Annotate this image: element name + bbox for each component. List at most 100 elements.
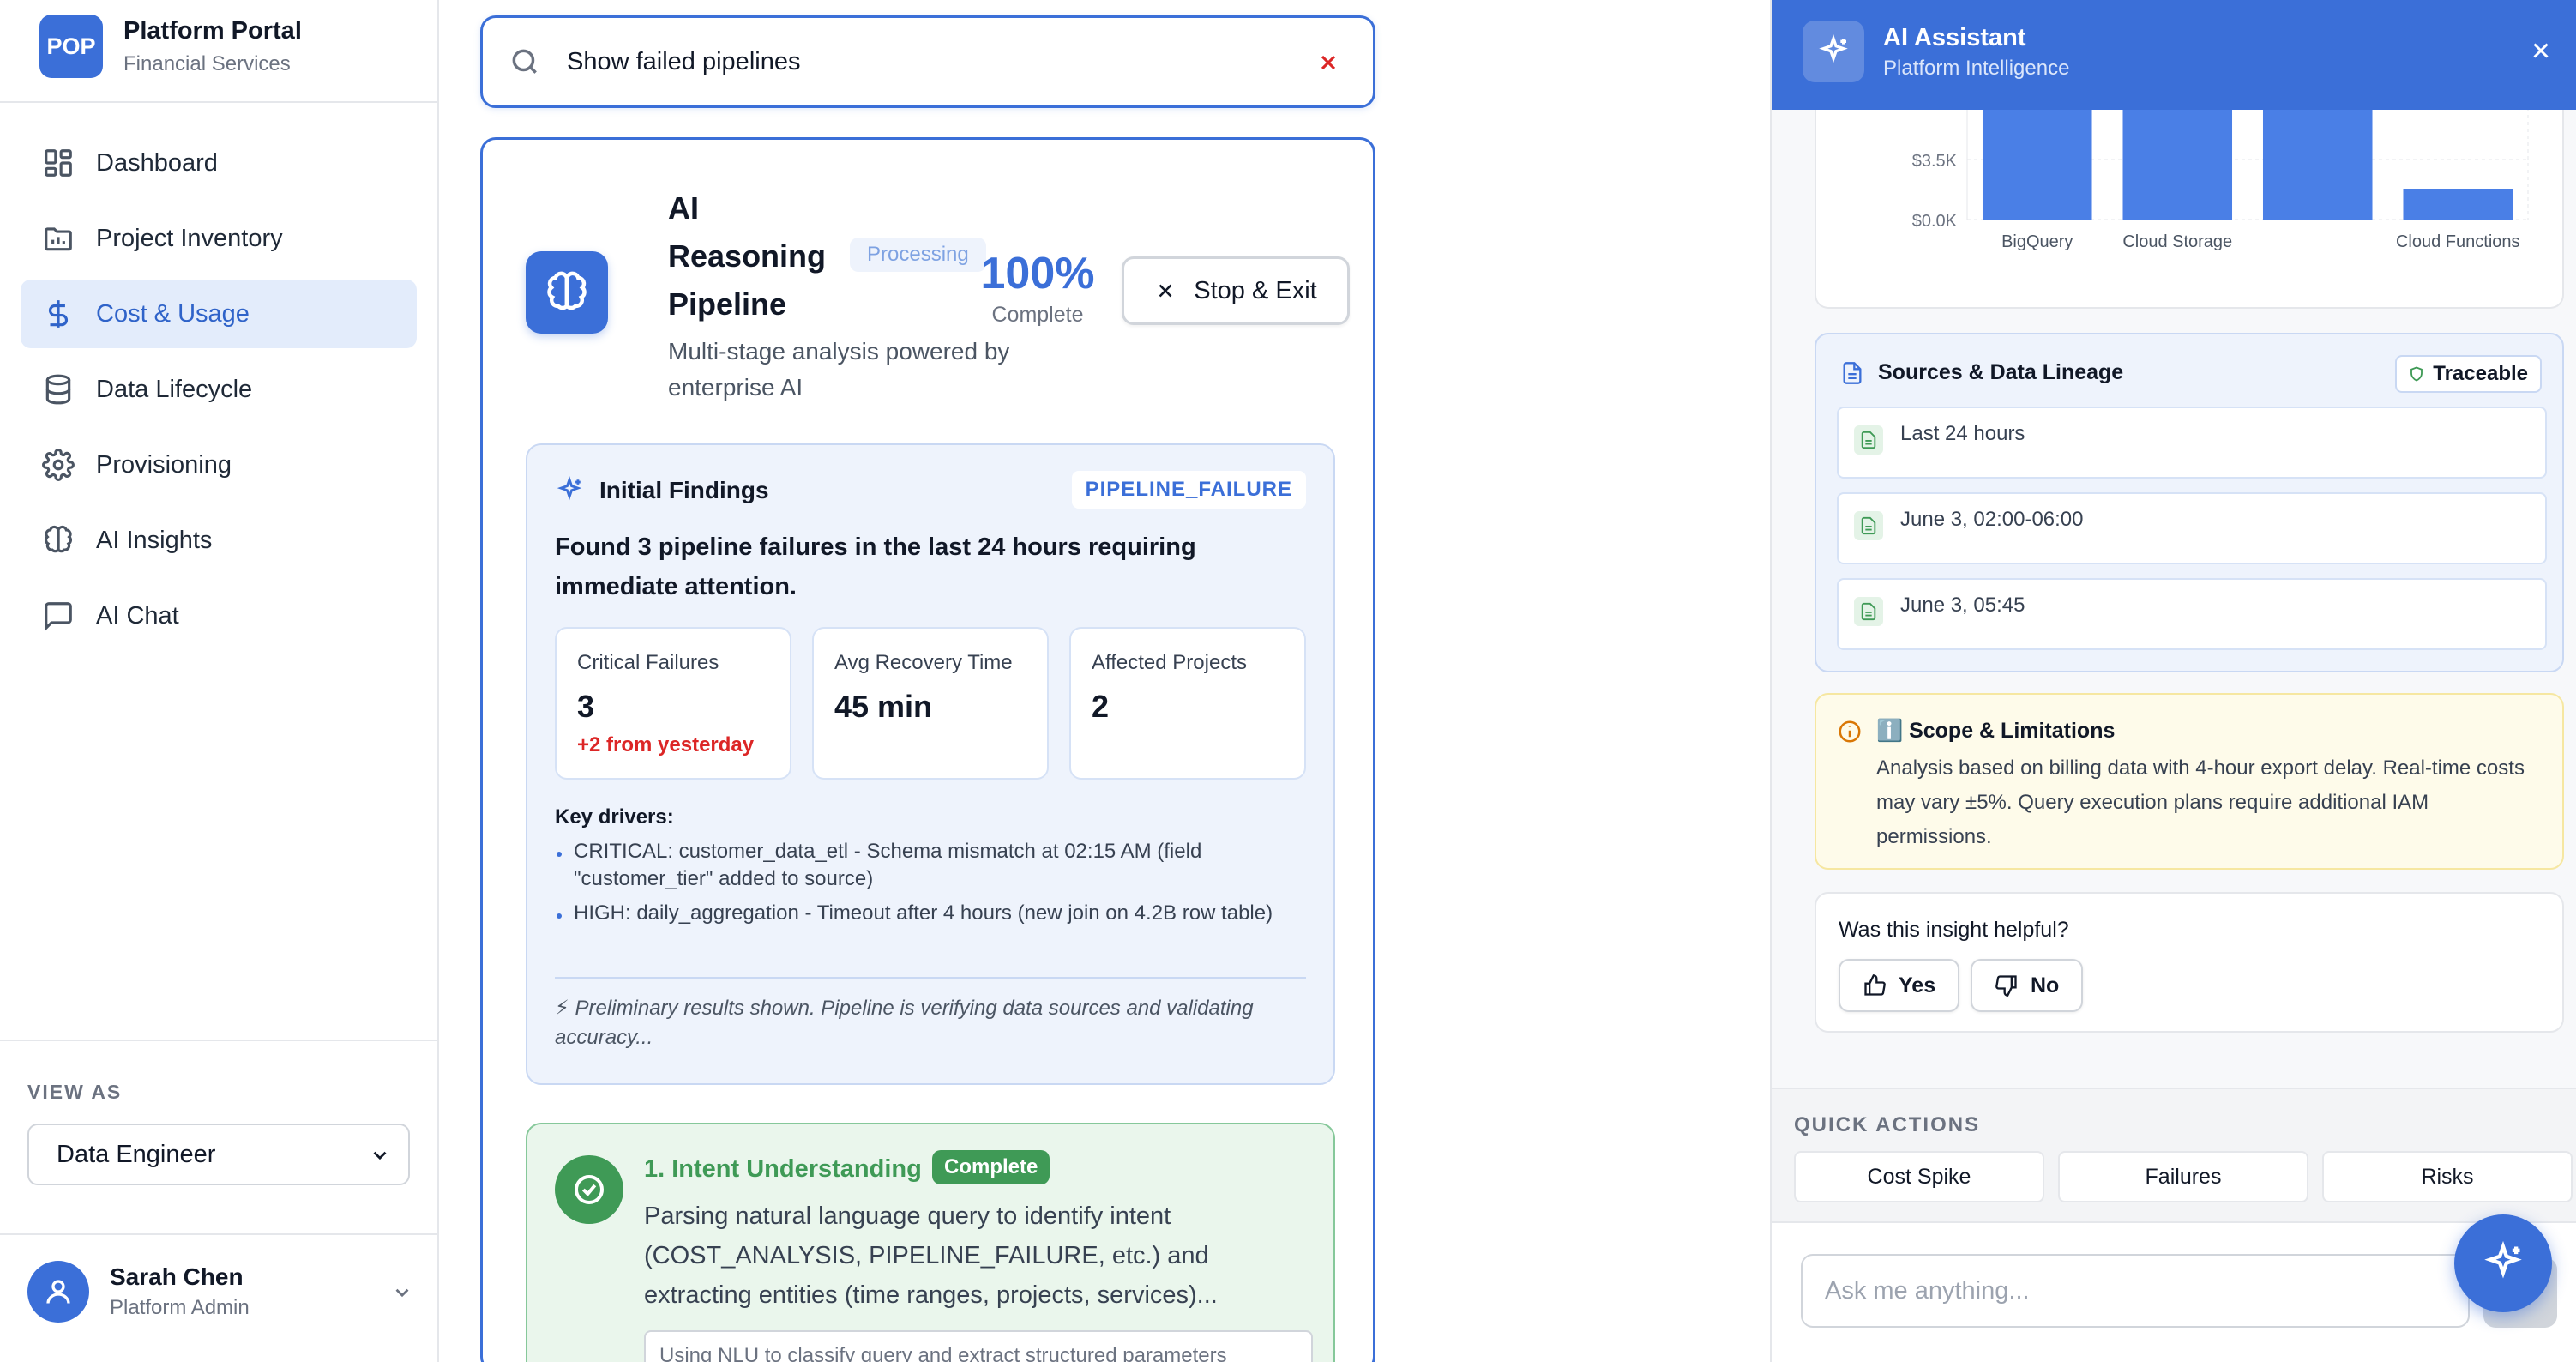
clear-search-icon[interactable] <box>1316 51 1340 75</box>
sidebar-divider <box>0 1233 437 1235</box>
brand-title: Platform Portal <box>123 16 302 45</box>
x-tick-label: Cloud Storage <box>2122 232 2232 251</box>
stat-value: 2 <box>1092 689 1110 724</box>
sidebar: POP Platform Portal Financial Services D… <box>0 0 439 1362</box>
sources-lineage: Sources & Data Lineage Traceable Last 24… <box>1815 333 2564 672</box>
sidebar-item-ai-chat[interactable]: AI Chat <box>21 582 417 650</box>
user-icon <box>46 1280 70 1304</box>
quick-action-risks[interactable]: Risks <box>2322 1151 2573 1202</box>
sidebar-item-dashboard[interactable]: Dashboard <box>21 129 417 197</box>
scope-text: Analysis based on billing data with 4-ho… <box>1876 756 2525 848</box>
gear-icon <box>41 448 75 482</box>
bar <box>2403 189 2513 220</box>
chevron-down-icon <box>395 1288 409 1298</box>
no-button[interactable]: No <box>1971 959 2084 1012</box>
user-menu[interactable]: Sarah Chen Platform Admin <box>27 1261 413 1323</box>
lineage-header: Sources & Data Lineage <box>1840 360 2123 385</box>
feedback-question: Was this insight helpful? <box>1839 918 2069 942</box>
list-item: CRITICAL: customer_data_etl - Schema mis… <box>555 838 1309 893</box>
file-icon <box>1854 511 1883 540</box>
bar-chart: $0.0K $3.5K BigQuery Cloud Storage Cloud Fun… <box>1912 94 2529 251</box>
sidebar-item-provisioning[interactable]: Provisioning <box>21 431 417 499</box>
drivers-label: Key drivers: <box>555 805 674 829</box>
shield-icon <box>2410 366 2423 382</box>
stats-row: Critical Failures 3 +2 from yesterday Av… <box>555 627 1327 780</box>
initial-findings: Initial Findings PIPELINE_FAILURE Found … <box>526 443 1335 1085</box>
search-icon <box>512 49 537 74</box>
lineage-item[interactable]: June 3, 05:45 <box>1837 578 2547 650</box>
sidebar-item-label: Dashboard <box>96 148 218 177</box>
status-badge: Complete <box>932 1150 1050 1184</box>
sparkle-icon <box>557 476 582 501</box>
stop-exit-button[interactable]: Stop & Exit <box>1122 256 1350 325</box>
quick-action-cost-spike[interactable]: Cost Spike <box>1794 1151 2044 1202</box>
panel-title: AI Assistant <box>1883 24 2026 51</box>
chat-icon <box>41 599 75 633</box>
sidebar-divider <box>0 101 437 103</box>
document-icon <box>1843 361 1862 384</box>
view-as-value: Data Engineer <box>57 1140 216 1168</box>
stat-label: Avg Recovery Time <box>834 651 1013 674</box>
chat-input[interactable]: Ask me anything... <box>1801 1254 2470 1328</box>
view-as-label: VIEW AS <box>27 1081 123 1103</box>
sparkle-icon <box>2484 1241 2522 1279</box>
stat-card: Critical Failures 3 +2 from yesterday <box>555 627 791 780</box>
sidebar-item-data-lifecycle[interactable]: Data Lifecycle <box>21 355 417 424</box>
thumbs-up-icon <box>1864 974 1886 996</box>
brain-icon <box>526 251 608 334</box>
brand-subtitle: Financial Services <box>123 51 291 75</box>
search-input[interactable]: Show failed pipelines <box>567 48 800 76</box>
y-tick-label: $3.5K <box>1912 152 1958 171</box>
stat-label: Affected Projects <box>1092 651 1247 674</box>
dashboard-icon <box>41 146 75 180</box>
pipeline-step-intent: 1. Intent Understanding Complete Parsing… <box>526 1123 1335 1362</box>
drivers-list: CRITICAL: customer_data_etl - Schema mis… <box>555 838 1309 934</box>
quick-actions: QUICK ACTIONS Cost Spike Failures Risks <box>1772 1088 2576 1221</box>
yes-button[interactable]: Yes <box>1839 959 1960 1012</box>
file-icon <box>1854 425 1883 455</box>
no-label: No <box>2031 973 2060 997</box>
quick-action-failures[interactable]: Failures <box>2058 1151 2308 1202</box>
stat-card: Affected Projects 2 <box>1069 627 1306 780</box>
findings-summary: Found 3 pipeline failures in the last 24… <box>555 533 1196 600</box>
avatar <box>27 1261 89 1323</box>
sidebar-item-label: Provisioning <box>96 450 232 479</box>
bar <box>1982 94 2092 220</box>
chevron-down-icon <box>373 1151 387 1160</box>
sidebar-item-label: Cost & Usage <box>96 299 250 328</box>
intent-tag: PIPELINE_FAILURE <box>1071 471 1306 509</box>
stat-value: 3 <box>577 689 595 724</box>
sidebar-item-project-inventory[interactable]: Project Inventory <box>21 204 417 273</box>
step-description: Parsing natural language query to identi… <box>644 1202 1218 1309</box>
progress-label: Complete <box>991 303 1084 327</box>
stat-card: Avg Recovery Time 45 min <box>812 627 1049 780</box>
app-root: POP Platform Portal Financial Services D… <box>0 0 2576 1362</box>
divider <box>555 977 1306 979</box>
scope-limitations: ℹ️ Scope & Limitations Analysis based on… <box>1815 693 2564 870</box>
progress-value: 100% <box>980 249 1095 298</box>
close-icon[interactable] <box>2528 38 2554 63</box>
progress-indicator: 100% Complete <box>973 248 1102 328</box>
folder-icon <box>41 221 75 256</box>
quick-actions-label: QUICK ACTIONS <box>1794 1113 1981 1136</box>
brand-logo: POP <box>39 15 103 78</box>
sidebar-item-cost-usage[interactable]: Cost & Usage <box>21 280 417 348</box>
view-as-select[interactable]: Data Engineer <box>27 1124 410 1185</box>
bar <box>2262 94 2373 220</box>
lineage-item[interactable]: June 3, 02:00-06:00 <box>1837 492 2547 564</box>
brand[interactable]: POP Platform Portal Financial Services <box>39 15 302 78</box>
sidebar-item-ai-insights[interactable]: AI Insights <box>21 506 417 575</box>
lineage-item[interactable]: Last 24 hours <box>1837 407 2547 479</box>
list-item: HIGH: daily_aggregation - Timeout after … <box>555 900 1309 927</box>
ai-assistant-fab[interactable] <box>2454 1214 2552 1312</box>
panel-header: AI Assistant Platform Intelligence <box>1772 0 2576 110</box>
step-detail: Using NLU to classify query and extract … <box>644 1330 1313 1362</box>
search-bar[interactable]: Show failed pipelines <box>480 15 1375 108</box>
file-icon <box>1854 597 1883 626</box>
user-name: Sarah Chen <box>110 1263 244 1290</box>
sidebar-item-label: AI Insights <box>96 526 213 554</box>
info-icon <box>1839 720 1861 743</box>
lineage-item-label: Last 24 hours <box>1900 422 2025 445</box>
main-content: Show failed pipelines AI Reasoning Pipel… <box>441 0 1770 1362</box>
pipeline-subtitle: Multi-stage analysis powered by enterpri… <box>668 338 1010 401</box>
